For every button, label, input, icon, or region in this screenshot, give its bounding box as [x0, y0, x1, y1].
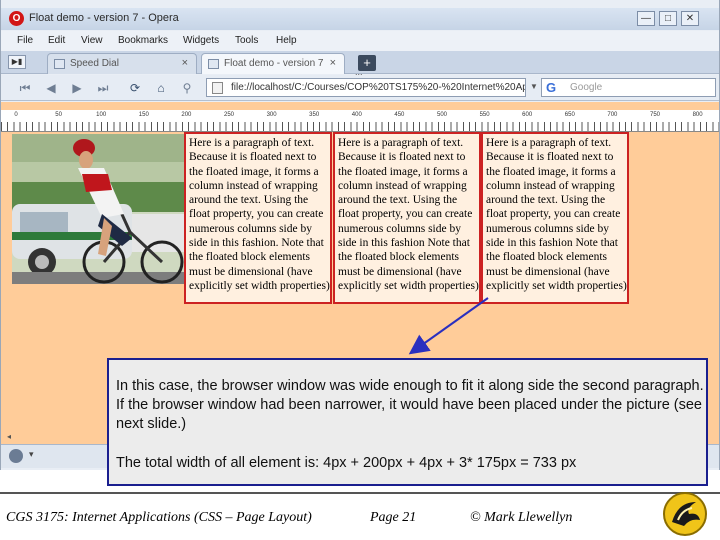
- navigation-bar: ⏮ ◀ ▶ ⏭ ⟳ ⌂ ⚲ file://localhost/C:/Course…: [1, 75, 719, 101]
- ruler-label: 450: [394, 112, 405, 118]
- ruler-label: 650: [564, 112, 575, 118]
- ruler-ticks: [1, 122, 719, 131]
- maximize-button[interactable]: □: [659, 11, 677, 26]
- tab-speed-dial[interactable]: Speed Dial ×: [47, 53, 197, 74]
- reload-icon[interactable]: ⟳: [125, 79, 145, 97]
- cyclist-photo: [12, 134, 184, 284]
- floated-column: Here is a paragraph of text. Because it …: [184, 132, 332, 304]
- home-icon[interactable]: ⌂: [151, 79, 171, 97]
- page-icon: [208, 59, 219, 69]
- ruler-label: 600: [522, 112, 533, 118]
- menu-tools[interactable]: Tools: [235, 35, 258, 46]
- ruler-label: 550: [479, 112, 490, 118]
- fast-forward-icon[interactable]: ⏭: [93, 79, 113, 97]
- file-icon: [212, 82, 223, 94]
- slide-footer: CGS 3175: Internet Applications (CSS – P…: [0, 492, 720, 540]
- ruler-label: 750: [649, 112, 661, 118]
- column-text: Here is a paragraph of text. Because it …: [189, 137, 330, 292]
- ruler-label: 250: [223, 112, 235, 118]
- back-icon[interactable]: ◀: [41, 79, 61, 97]
- explanation-callout: In this case, the browser window was wid…: [107, 358, 708, 486]
- column-text: Here is a paragraph of text. Because it …: [486, 137, 627, 292]
- address-text: file://localhost/C:/Courses/COP%20TS175%…: [231, 82, 525, 93]
- panel-icon[interactable]: [9, 449, 23, 463]
- pixel-ruler: 0 50 100 150 200 250 300 350 400 450 500 550 600 650 7…: [1, 110, 719, 132]
- menu-help[interactable]: Help: [276, 35, 297, 46]
- footer-page: Page 21: [370, 510, 417, 525]
- ruler-label: 50: [55, 112, 62, 118]
- ucf-pegasus-logo: [663, 492, 707, 536]
- menu-bookmarks[interactable]: Bookmarks: [118, 35, 168, 46]
- ruler-label: 150: [138, 112, 149, 118]
- menu-file[interactable]: File: [17, 35, 33, 46]
- title-bar: O Float demo - version 7 - Opera — □ ✕: [1, 8, 719, 30]
- callout-width-formula: The total width of all element is: 4px +…: [116, 455, 577, 471]
- callout-paragraph: In this case, the browser window was wid…: [116, 378, 704, 432]
- address-field[interactable]: file://localhost/C:/Courses/COP%20TS175%…: [206, 78, 526, 97]
- minimize-button[interactable]: —: [637, 11, 655, 26]
- floated-column: Here is a paragraph of text. Because it …: [481, 132, 629, 304]
- ruler-label: 700: [607, 112, 618, 118]
- tab-float-demo[interactable]: Float demo - version 7 ×: [201, 53, 345, 74]
- search-input[interactable]: G Google: [541, 78, 716, 97]
- google-icon[interactable]: G: [546, 80, 556, 95]
- panel-toggle-button[interactable]: ▶▮: [8, 55, 26, 69]
- floated-column: Here is a paragraph of text. Because it …: [333, 132, 481, 304]
- column-text: Here is a paragraph of text. Because it …: [338, 137, 479, 292]
- wand-icon[interactable]: ⚲: [177, 79, 197, 97]
- footer-author: © Mark Llewellyn: [470, 510, 573, 525]
- tab-close-icon[interactable]: ×: [182, 57, 188, 69]
- ruler-label: 0: [14, 112, 18, 118]
- ruler-label: 800: [692, 112, 703, 118]
- ruler-label: 350: [309, 112, 320, 118]
- ruler-label: 500: [436, 112, 448, 118]
- scroll-left-arrow-icon[interactable]: ◂: [7, 432, 11, 441]
- ruler-label: 100: [96, 112, 107, 118]
- tab-label: Speed Dial: [70, 58, 119, 69]
- menu-edit[interactable]: Edit: [48, 35, 65, 46]
- ruler-label: 400: [351, 112, 362, 118]
- tab-close-icon[interactable]: ×: [330, 57, 336, 69]
- menu-view[interactable]: View: [81, 35, 103, 46]
- forward-icon[interactable]: ▶: [67, 79, 87, 97]
- window-title: Float demo - version 7 - Opera: [29, 12, 179, 24]
- footer-course: CGS 3175: Internet Applications (CSS – P…: [6, 510, 312, 525]
- tab-bar: ▶▮ Speed Dial × Float demo - version 7 ×…: [1, 51, 719, 77]
- address-dropdown-icon[interactable]: ▼: [530, 82, 538, 91]
- tab-label: Float demo - version 7: [224, 58, 324, 69]
- rewind-icon[interactable]: ⏮: [15, 79, 35, 97]
- chevron-down-icon[interactable]: ▾: [29, 449, 34, 460]
- menu-widgets[interactable]: Widgets: [183, 35, 219, 46]
- ruler-label: 300: [266, 112, 277, 118]
- search-placeholder: Google: [570, 82, 603, 93]
- opera-logo-icon[interactable]: O: [9, 11, 24, 26]
- speed-dial-icon: [54, 59, 65, 69]
- menu-bar: File Edit View Bookmarks Widgets Tools H…: [1, 31, 719, 51]
- close-button[interactable]: ✕: [681, 11, 699, 26]
- ruler-label: 200: [181, 112, 192, 118]
